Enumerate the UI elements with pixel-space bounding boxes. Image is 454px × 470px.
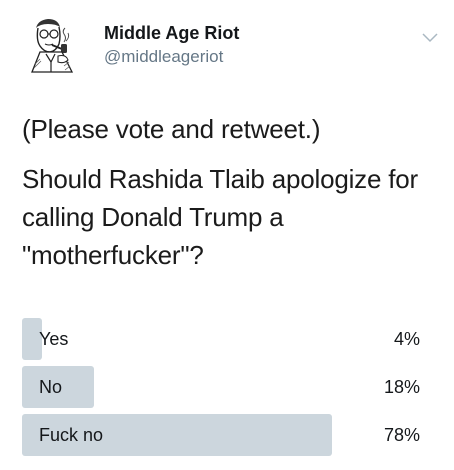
chevron-down-icon	[422, 33, 438, 43]
author-display-name[interactable]: Middle Age Riot	[104, 22, 239, 44]
poll-option-fuck-no[interactable]: Fuck no 78%	[22, 414, 420, 456]
tweet-menu-button[interactable]	[420, 30, 440, 44]
poll-option-percent: 4%	[393, 329, 420, 349]
poll-option-label: No	[39, 377, 63, 397]
poll-option-percent: 18%	[383, 377, 420, 397]
avatar[interactable]	[22, 14, 82, 74]
poll-option-label: Fuck no	[39, 425, 104, 445]
tweet-text: (Please vote and retweet.) Should Rashid…	[22, 110, 432, 274]
poll-option-percent: 78%	[383, 425, 420, 445]
tweet-text-line-1: (Please vote and retweet.)	[22, 114, 321, 144]
author-handle[interactable]: @middleageriot	[104, 46, 239, 68]
poll: Yes 4% No 18% Fuck no 78%	[22, 318, 420, 462]
poll-option-no[interactable]: No 18%	[22, 366, 420, 408]
poll-option-label: Yes	[39, 329, 69, 349]
tweet-card: Middle Age Riot @middleageriot (Please v…	[0, 0, 454, 470]
pipe-smoking-man-avatar-icon	[22, 14, 82, 74]
author-names: Middle Age Riot @middleageriot	[104, 22, 239, 68]
poll-option-yes[interactable]: Yes 4%	[22, 318, 420, 360]
tweet-text-line-2: Should Rashida Tlaib apologize for calli…	[22, 164, 418, 270]
tweet-header: Middle Age Riot @middleageriot	[22, 14, 442, 74]
